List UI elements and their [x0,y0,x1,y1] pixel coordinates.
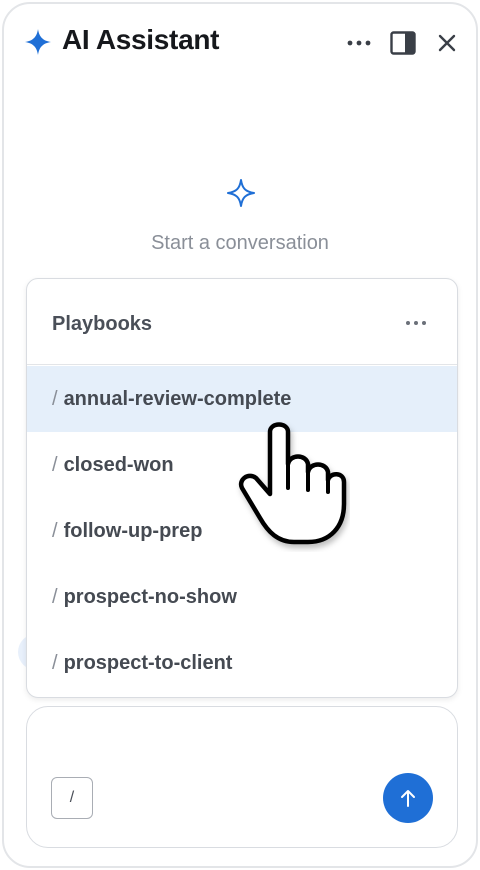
playbook-item[interactable]: / annual-review-complete [27,366,457,432]
send-button[interactable] [383,773,433,823]
slash-command-button[interactable]: / [51,777,93,819]
playbooks-list: / annual-review-complete / closed-won / … [27,366,457,696]
playbook-item[interactable]: / follow-up-prep [27,498,457,564]
more-horizontal-icon [406,321,426,325]
slash-prefix: / [52,651,58,674]
playbook-label: prospect-no-show [63,585,237,608]
playbooks-title: Playbooks [52,313,153,335]
more-horizontal-icon [347,40,371,46]
slash-prefix: / [52,519,58,542]
playbooks-more-button[interactable] [401,309,431,337]
message-composer[interactable]: / [26,706,458,848]
playbook-label: closed-won [63,453,174,476]
playbook-label: follow-up-prep [63,519,203,542]
more-options-button[interactable] [342,26,376,60]
sparkle-icon [25,29,51,55]
side-panel-icon [390,31,416,55]
playbook-item[interactable]: / closed-won [27,432,457,498]
playbook-label: annual-review-complete [63,387,292,410]
slash-prefix: / [52,585,58,608]
close-icon [438,34,456,52]
slash-prefix: / [52,387,58,410]
playbook-label: prospect-to-client [63,651,233,674]
slash-prefix: / [52,453,58,476]
panel-header: AI Assistant [4,4,476,80]
assistant-panel: AI Assistant Start a conversation Playbo… [2,2,478,868]
playbook-item[interactable]: / prospect-to-client [27,630,457,696]
playbooks-menu-header: Playbooks [27,279,457,365]
playbooks-menu: Playbooks / annual-review-complete / clo… [26,278,458,698]
close-button[interactable] [430,26,464,60]
app-title: AI Assistant [62,24,220,55]
sparkle-outline-icon [227,179,255,207]
toggle-side-panel-button[interactable] [386,26,420,60]
arrow-up-icon [401,790,415,807]
empty-state-text: Start a conversation [151,232,329,254]
playbook-item[interactable]: / prospect-no-show [27,564,457,630]
